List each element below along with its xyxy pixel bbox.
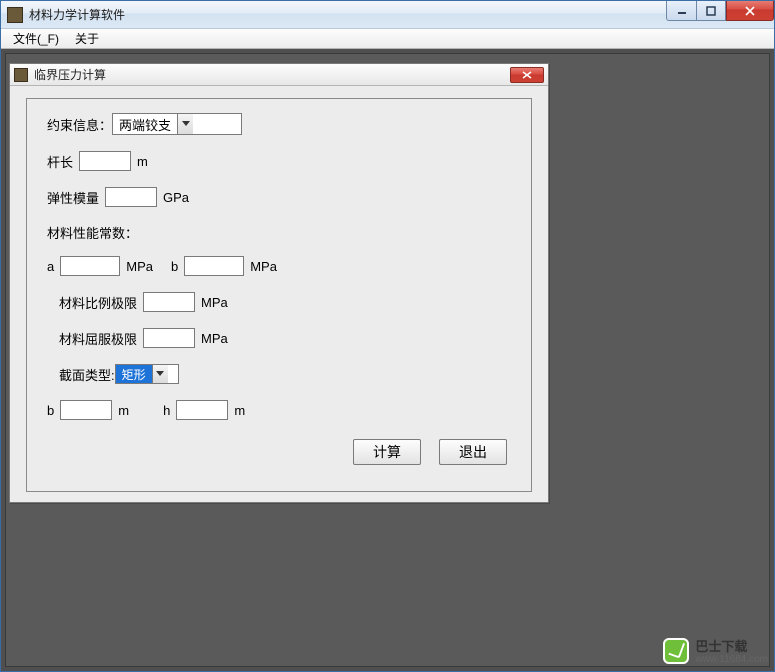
bar-length-unit: m xyxy=(137,154,148,169)
dialog-body: 约束信息： 两端铰支 杆长 m 弹性模量 xyxy=(26,98,532,492)
dim-h-input[interactable] xyxy=(176,400,228,420)
chevron-down-icon xyxy=(152,365,168,383)
main-window-title: 材料力学计算软件 xyxy=(29,6,125,23)
a-label: a xyxy=(47,259,54,274)
dims-row: b m h m xyxy=(47,400,513,420)
dim-b-unit: m xyxy=(118,403,129,418)
a-b-row: a MPa b MPa xyxy=(47,256,513,276)
menu-about[interactable]: 关于 xyxy=(67,28,107,49)
yield-limit-input[interactable] xyxy=(143,328,195,348)
a-input[interactable] xyxy=(60,256,120,276)
prop-limit-label: 材料比例极限 xyxy=(59,293,137,312)
main-window: 材料力学计算软件 文件(_F) 关于 临界压力计算 xyxy=(0,0,775,672)
minimize-button[interactable] xyxy=(666,1,696,21)
dim-b-input[interactable] xyxy=(60,400,112,420)
main-titlebar[interactable]: 材料力学计算软件 xyxy=(1,1,774,29)
dialog-titlebar[interactable]: 临界压力计算 xyxy=(10,64,548,86)
yield-limit-row: 材料屈服极限 MPa xyxy=(47,328,513,348)
window-controls xyxy=(666,1,774,21)
prop-limit-unit: MPa xyxy=(201,295,228,310)
calculate-button[interactable]: 计算 xyxy=(353,439,421,465)
constraint-row: 约束信息： 两端铰支 xyxy=(47,113,513,135)
close-button[interactable] xyxy=(726,1,774,21)
section-type-label: 截面类型: xyxy=(59,365,115,384)
b-label: b xyxy=(171,259,178,274)
dialog-buttons: 计算 退出 xyxy=(353,439,507,465)
section-type-row: 截面类型: 矩形 xyxy=(47,364,513,384)
constraint-label: 约束信息： xyxy=(47,115,112,134)
minimize-icon xyxy=(677,6,687,16)
b-input[interactable] xyxy=(184,256,244,276)
maximize-icon xyxy=(706,6,716,16)
close-icon xyxy=(745,6,755,16)
main-menubar: 文件(_F) 关于 xyxy=(1,29,774,49)
dialog-title: 临界压力计算 xyxy=(34,66,106,83)
section-type-combo[interactable]: 矩形 xyxy=(115,364,179,384)
constraint-combo[interactable]: 两端铰支 xyxy=(112,113,242,135)
constraint-combo-text: 两端铰支 xyxy=(113,114,177,134)
material-const-header: 材料性能常数： xyxy=(47,223,513,242)
section-type-combo-text: 矩形 xyxy=(116,365,152,383)
dialog-icon xyxy=(14,68,28,82)
yield-limit-label: 材料屈服极限 xyxy=(59,329,137,348)
prop-limit-row: 材料比例极限 MPa xyxy=(47,292,513,312)
b-unit: MPa xyxy=(250,259,277,274)
elastic-modulus-input[interactable] xyxy=(105,187,157,207)
close-icon xyxy=(522,71,532,79)
prop-limit-input[interactable] xyxy=(143,292,195,312)
exit-button[interactable]: 退出 xyxy=(439,439,507,465)
menu-file[interactable]: 文件(_F) xyxy=(5,28,67,49)
bar-length-input[interactable] xyxy=(79,151,131,171)
dim-h-label: h xyxy=(163,403,170,418)
elastic-modulus-label: 弹性模量 xyxy=(47,188,99,207)
maximize-button[interactable] xyxy=(696,1,726,21)
app-icon xyxy=(7,7,23,23)
elastic-modulus-unit: GPa xyxy=(163,190,189,205)
chevron-down-icon xyxy=(177,114,193,134)
dim-h-unit: m xyxy=(234,403,245,418)
dialog-close-button[interactable] xyxy=(510,67,544,83)
yield-limit-unit: MPa xyxy=(201,331,228,346)
elastic-modulus-row: 弹性模量 GPa xyxy=(47,187,513,207)
bar-length-label: 杆长 xyxy=(47,152,73,171)
a-unit: MPa xyxy=(126,259,153,274)
bar-length-row: 杆长 m xyxy=(47,151,513,171)
dim-b-label: b xyxy=(47,403,54,418)
critical-pressure-dialog: 临界压力计算 约束信息： 两端铰支 杆长 xyxy=(9,63,549,503)
